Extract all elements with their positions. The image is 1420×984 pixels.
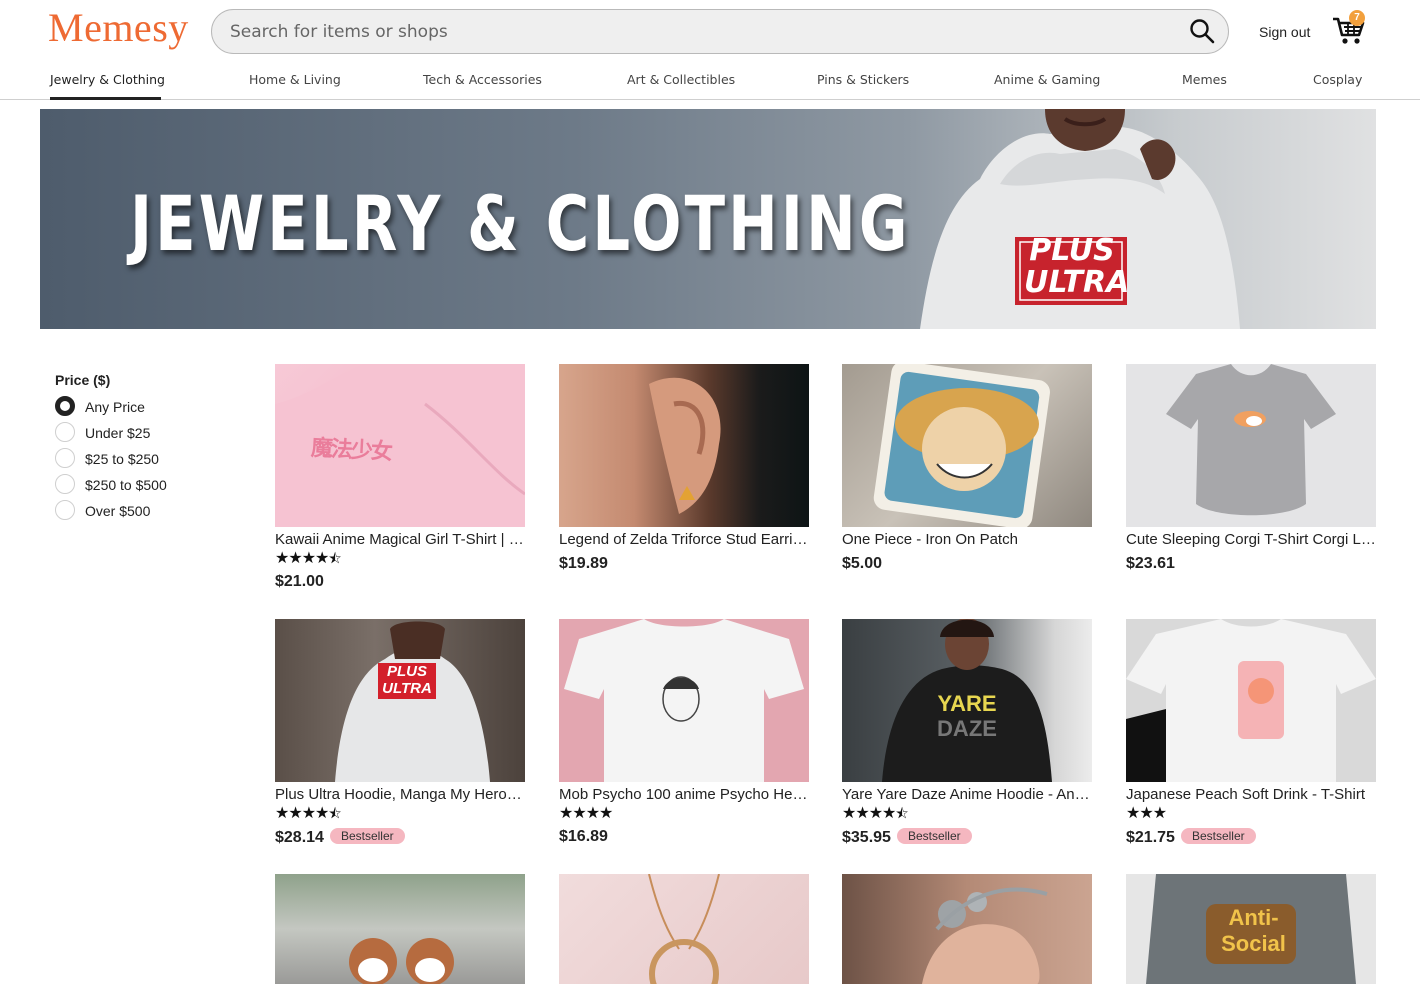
nav-item-cosplay[interactable]: Cosplay: [1313, 72, 1362, 87]
price-option-label: Any Price: [85, 399, 145, 415]
category-banner: PLUS ULTRA JEWELRY & CLOTHING: [40, 109, 1376, 329]
price-option-label: Over $500: [85, 503, 151, 519]
product-price: $21.00: [275, 573, 324, 590]
ear-cuff-shape: [922, 887, 1048, 984]
radio-button[interactable]: [55, 422, 75, 442]
rating-stars: ★★★★⯪: [275, 805, 342, 822]
category-nav: Jewelry & Clothing Home & Living Tech & …: [0, 63, 1420, 100]
radio-button[interactable]: [55, 474, 75, 494]
search-input[interactable]: [212, 10, 1172, 53]
nav-item-anime-gaming[interactable]: Anime & Gaming: [994, 72, 1100, 87]
necklace-shape: [648, 874, 720, 984]
bestseller-badge: Bestseller: [896, 828, 972, 844]
search-button[interactable]: [1188, 18, 1216, 46]
tshirt-shape: [564, 619, 804, 782]
product-title[interactable]: Yare Yare Daze Anime Hoodie - Anime: [842, 786, 1092, 803]
product-image[interactable]: 魔法少女: [275, 364, 525, 527]
product-title[interactable]: One Piece - Iron On Patch: [842, 531, 1092, 548]
product-image-text: ULTRA: [382, 680, 432, 697]
product-image-text: 魔法少女: [310, 434, 392, 465]
bestseller-badge: Bestseller: [1180, 828, 1256, 844]
product-image[interactable]: Anti- Social: [1126, 874, 1376, 984]
hoodie-shape: [335, 621, 490, 782]
radio-button[interactable]: [55, 448, 75, 468]
product-image-text: DAZE: [937, 716, 997, 741]
product-image[interactable]: [842, 874, 1092, 984]
price-option-25-to-250[interactable]: $25 to $250: [55, 448, 245, 470]
active-tab-underline: [50, 97, 161, 100]
price-filter: Price ($) Any Price Under $25 $25 to $25…: [55, 372, 245, 520]
ear-shape: [649, 377, 721, 514]
product-price-row: $28.14 Bestseller: [275, 828, 405, 847]
product-price: $5.00: [842, 555, 883, 572]
product-price: $28.14: [275, 829, 324, 846]
bestseller-badge: Bestseller: [329, 828, 405, 844]
product-image-text: PLUS: [386, 663, 427, 680]
header: Memesy Sign out 7 Jewelry & Clothing Hom…: [0, 0, 1420, 100]
filter-title: Price ($): [55, 372, 111, 388]
nav-item-art-collectibles[interactable]: Art & Collectibles: [627, 72, 735, 87]
price-option-under-25[interactable]: Under $25: [55, 422, 245, 444]
shiba-earrings-shape: [349, 938, 454, 984]
rating-stars: ★★★★⯪: [842, 805, 909, 822]
sign-out-link[interactable]: Sign out: [1259, 24, 1310, 40]
product-image[interactable]: [559, 619, 809, 782]
product-price: $21.75: [1126, 829, 1175, 846]
tshirt-shape: [1126, 619, 1376, 782]
product-image-text: Social: [1221, 931, 1286, 956]
product-price: $23.61: [1126, 555, 1175, 572]
product-title[interactable]: Kawaii Anime Magical Girl T-Shirt | Magi…: [275, 531, 525, 548]
price-option-250-to-500[interactable]: $250 to $500: [55, 474, 245, 496]
rating-stars: ★★★★: [559, 805, 613, 822]
product-image[interactable]: PLUS ULTRA: [275, 619, 525, 782]
product-image[interactable]: YARE DAZE: [842, 619, 1092, 782]
product-price-row: $35.95 Bestseller: [842, 828, 972, 847]
search-icon: [1190, 19, 1215, 44]
product-image[interactable]: [559, 364, 809, 527]
product-image[interactable]: [1126, 364, 1376, 527]
nav-item-home-living[interactable]: Home & Living: [249, 72, 341, 87]
banner-title: JEWELRY & CLOTHING: [130, 179, 911, 268]
cart-count-badge: 7: [1349, 10, 1365, 26]
nav-item-tech-accessories[interactable]: Tech & Accessories: [423, 72, 542, 87]
patch-shape: [873, 364, 1050, 527]
product-title[interactable]: Legend of Zelda Triforce Stud Earrings: [559, 531, 809, 548]
product-image[interactable]: [275, 874, 525, 984]
product-price: $16.89: [559, 828, 608, 845]
product-title[interactable]: Cute Sleeping Corgi T-Shirt Corgi Lover: [1126, 531, 1376, 548]
logo[interactable]: Memesy: [48, 4, 189, 51]
product-image[interactable]: [559, 874, 809, 984]
banner-hoodie-logo-line2: ULTRA: [1024, 265, 1130, 300]
product-price-row: $21.75 Bestseller: [1126, 828, 1256, 847]
nav-item-memes[interactable]: Memes: [1182, 72, 1227, 87]
radio-button-selected[interactable]: [55, 396, 75, 416]
product-image[interactable]: [842, 364, 1092, 527]
nav-item-jewelry-clothing[interactable]: Jewelry & Clothing: [50, 72, 165, 87]
search-bar: [211, 9, 1229, 54]
price-option-label: Under $25: [85, 425, 151, 441]
nav-item-pins-stickers[interactable]: Pins & Stickers: [817, 72, 909, 87]
price-option-any[interactable]: Any Price: [55, 396, 245, 418]
rating-stars: ★★★: [1126, 805, 1167, 822]
banner-hoodie-logo-line1: PLUS: [1029, 233, 1115, 268]
product-title[interactable]: Plus Ultra Hoodie, Manga My Hero Academi…: [275, 786, 525, 803]
product-image-text: Anti-: [1228, 905, 1279, 930]
radio-button[interactable]: [55, 500, 75, 520]
product-image-text: YARE: [937, 691, 997, 716]
tshirt-shape: [1166, 364, 1336, 516]
product-price: $19.89: [559, 555, 608, 572]
product-title[interactable]: Japanese Peach Soft Drink - T-Shirt: [1126, 786, 1376, 803]
rating-stars: ★★★★⯪: [275, 550, 342, 567]
price-option-label: $25 to $250: [85, 451, 159, 467]
product-title[interactable]: Mob Psycho 100 anime Psycho Helmet: [559, 786, 809, 803]
product-price: $35.95: [842, 829, 891, 846]
price-option-over-500[interactable]: Over $500: [55, 500, 245, 522]
price-option-label: $250 to $500: [85, 477, 167, 493]
product-image[interactable]: [1126, 619, 1376, 782]
